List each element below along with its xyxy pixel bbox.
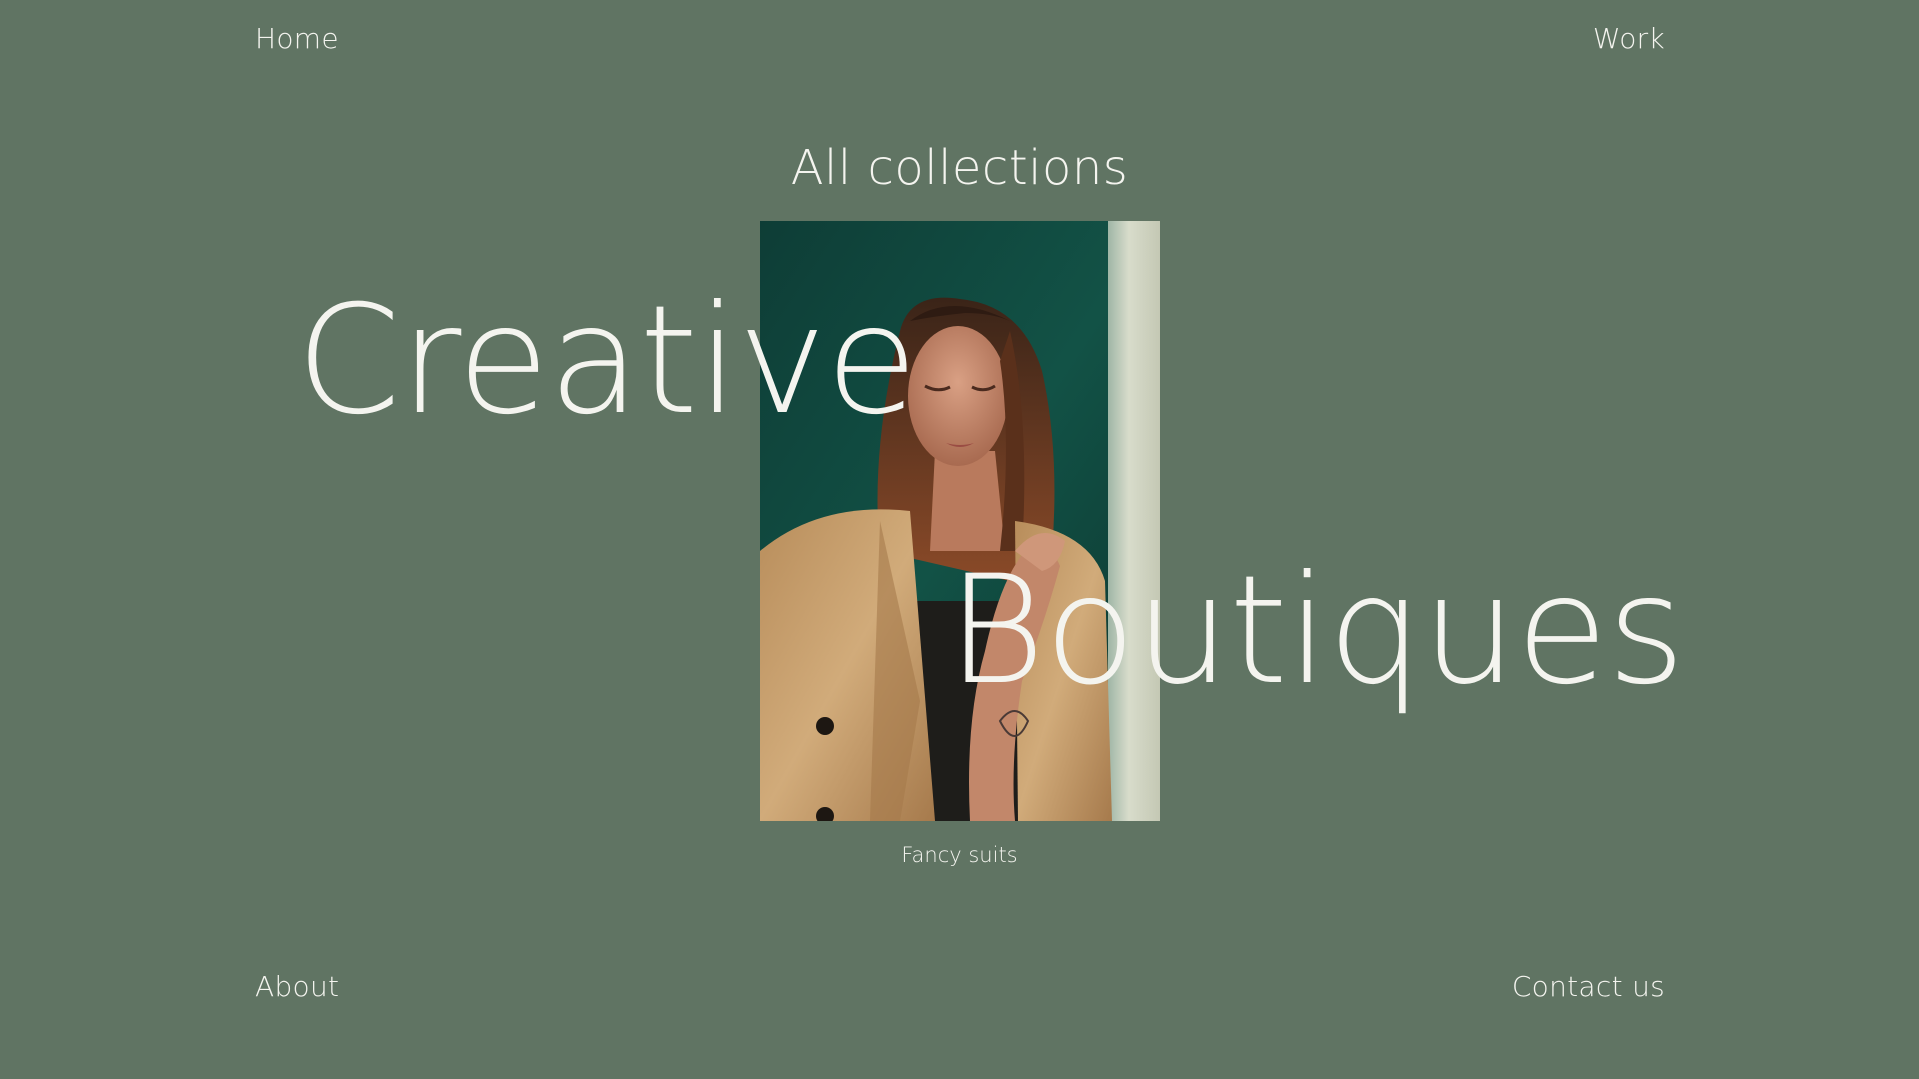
nav-work-link[interactable]: Work — [1593, 22, 1665, 55]
nav-contact-link[interactable]: Contact us — [1512, 970, 1665, 1003]
all-collections-heading[interactable]: All collections — [0, 140, 1919, 196]
hero-title-boutiques: Boutiques — [947, 544, 1685, 718]
page: Home Work All collections Creative Bouti… — [0, 0, 1919, 1079]
hero-title-creative: Creative — [296, 274, 918, 448]
nav-home-link[interactable]: Home — [255, 22, 339, 55]
nav-about-link[interactable]: About — [255, 970, 339, 1003]
photo-caption: Fancy suits — [901, 843, 1018, 867]
